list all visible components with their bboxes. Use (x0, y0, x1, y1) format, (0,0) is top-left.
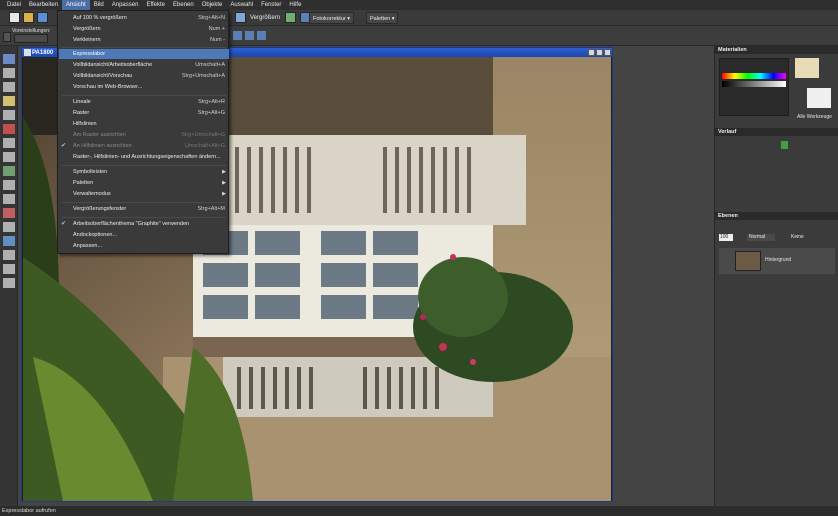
dodge-tool-icon[interactable] (3, 180, 15, 190)
menu-separator (62, 165, 226, 166)
menu-item-zoom-out[interactable]: Verkleinern Num - (59, 35, 229, 45)
menu-item-rulers[interactable]: Lineale Strg+Alt+R (59, 97, 229, 107)
pen-tool-icon[interactable] (3, 278, 15, 288)
submenu-arrow-icon: ▶ (222, 180, 226, 186)
menu-effekte[interactable]: Effekte (142, 0, 169, 10)
zoom-out-icon[interactable] (245, 31, 254, 40)
selection-tool-icon[interactable] (3, 82, 15, 92)
dropper-tool-icon[interactable] (3, 96, 15, 106)
pan-tool-icon[interactable] (3, 54, 15, 64)
menu-bild[interactable]: Bild (90, 0, 108, 10)
status-bar: Expresslabor aufrufen (0, 506, 838, 516)
scratch-remover-icon[interactable] (3, 152, 15, 162)
checkmark-icon: ✔ (61, 221, 67, 227)
new-file-icon[interactable] (9, 12, 20, 23)
save-icon[interactable] (37, 12, 48, 23)
submenu-arrow-icon: ▶ (222, 169, 226, 175)
hand-tool-icon[interactable] (3, 32, 11, 42)
lock-none-label[interactable]: Keine (791, 234, 804, 240)
menu-separator (62, 95, 226, 96)
zoom-icon[interactable] (235, 12, 246, 23)
history-panel-title[interactable]: Verlauf (715, 128, 838, 136)
menu-hilfe[interactable]: Hilfe (285, 0, 305, 10)
submenu-arrow-icon: ▶ (222, 191, 226, 197)
menu-item-expresslabor[interactable]: Expresslabor (59, 49, 229, 59)
menu-separator (62, 217, 226, 218)
text-tool-icon[interactable] (3, 250, 15, 260)
crop-tool-icon[interactable] (3, 110, 15, 120)
menu-auswahl[interactable]: Auswahl (226, 0, 257, 10)
menu-item-fullscreen-workspace[interactable]: Vollbildansicht/Arbeitsoberfläche Umschal… (59, 60, 229, 70)
paletten-dropdown[interactable]: Paletten ▾ (366, 12, 399, 24)
menu-item-graphite-theme[interactable]: ✔ Arbeitsoberflächenthema "Graphite" verw… (59, 219, 229, 229)
zoom-in-icon[interactable] (257, 31, 266, 40)
zoom-label[interactable]: Vergrößern (250, 13, 280, 23)
menu-ansicht[interactable]: Ansicht (62, 0, 90, 10)
menu-item-grid[interactable]: Raster Strg+Alt+G (59, 108, 229, 118)
menu-item-fullscreen-preview[interactable]: Vollbildansicht/Vorschau Strg+Umschalt+A (59, 71, 229, 81)
layer-opacity-input[interactable]: 100 (719, 234, 733, 241)
foreground-color[interactable] (795, 58, 819, 78)
menu-item-customize[interactable]: Anpassen... (59, 241, 229, 251)
menu-item-palettes[interactable]: Paletten ▶ (59, 178, 229, 188)
checkmark-icon: ✔ (61, 143, 67, 149)
ansicht-menu: Auf 100 % vergrößern Strg+Alt+N Vergrößer… (57, 10, 229, 254)
pick-tool-icon[interactable] (3, 68, 15, 78)
menu-item-guides[interactable]: Hilfslinien (59, 119, 229, 129)
fotokorrektur-dropdown[interactable]: Fotokorrektur ▾ (309, 12, 355, 24)
minimize-button[interactable] (588, 49, 595, 56)
menu-fenster[interactable]: Fenster (257, 0, 285, 10)
layers-panel-title[interactable]: Ebenen (715, 212, 838, 220)
menu-item-web-preview[interactable]: Vorschau im Web-Browser... (59, 82, 229, 92)
smudge-tool-icon[interactable] (3, 194, 15, 204)
menu-bearbeiten[interactable]: Bearbeiten (25, 0, 62, 10)
fit-icon[interactable] (233, 31, 242, 40)
menu-item-zoom-100[interactable]: Auf 100 % vergrößern Strg+Alt+N (59, 13, 229, 23)
image-icon[interactable] (285, 12, 296, 23)
tool-palette (0, 46, 18, 506)
right-panels: Materialien Alle Werkzeuge Verlauf Ebene… (714, 46, 838, 506)
shape-tool-icon[interactable] (3, 264, 15, 274)
menu-item-docking-options[interactable]: Andockoptionen... (59, 230, 229, 240)
history-toolbar (719, 140, 835, 152)
menu-objekte[interactable]: Objekte (198, 0, 227, 10)
menu-item-toolbars[interactable]: Symbolleisten ▶ (59, 167, 229, 177)
airbrush-tool-icon[interactable] (3, 222, 15, 232)
presets-dropdown[interactable] (14, 34, 48, 43)
blend-mode-dropdown[interactable]: Normal (747, 234, 775, 241)
menu-anpassen[interactable]: Anpassen (108, 0, 143, 10)
menu-separator (62, 202, 226, 203)
layer-row[interactable]: Hintergrund (719, 248, 835, 274)
clone-tool-icon[interactable] (3, 138, 15, 148)
menu-item-manage-mode[interactable]: Verwaltemodus ▶ (59, 189, 229, 199)
menu-ebenen[interactable]: Ebenen (169, 0, 198, 10)
close-button[interactable] (604, 49, 611, 56)
layer-name: Hintergrund (765, 257, 792, 263)
layer-thumbnail (735, 251, 761, 271)
eraser-tool-icon[interactable] (3, 208, 15, 218)
menu-item-zoom-in[interactable]: Vergrößern Num + (59, 24, 229, 34)
red-eye-tool-icon[interactable] (3, 124, 15, 134)
document-icon (24, 49, 31, 56)
menu-separator (62, 47, 226, 48)
background-color[interactable] (807, 88, 831, 108)
menu-item-snap-guides[interactable]: ✔ An Hilfslinien ausrichten Umschalt+Alt+G (59, 141, 229, 151)
brush-tool-icon[interactable] (3, 166, 15, 176)
play-icon[interactable] (781, 141, 788, 149)
fill-tool-icon[interactable] (3, 236, 15, 246)
color-swatches[interactable] (719, 58, 789, 116)
menu-item-grid-properties[interactable]: Raster-, Hilfslinien- und Ausrichtungsei… (59, 152, 229, 162)
menu-item-snap-grid[interactable]: Am Raster ausrichten Strg+Umschalt+G (59, 130, 229, 140)
open-folder-icon[interactable] (23, 12, 34, 23)
menu-item-magnifier[interactable]: Vergrößerungsfenster Strg+Alt+M (59, 204, 229, 214)
all-tools-label[interactable]: Alle Werkzeuge (797, 114, 832, 120)
materials-panel-title[interactable]: Materialien (715, 46, 838, 54)
maximize-button[interactable] (596, 49, 603, 56)
menu-bar: Datei Bearbeiten Ansicht Bild Anpassen E… (0, 0, 838, 10)
menu-datei[interactable]: Datei (3, 0, 25, 10)
